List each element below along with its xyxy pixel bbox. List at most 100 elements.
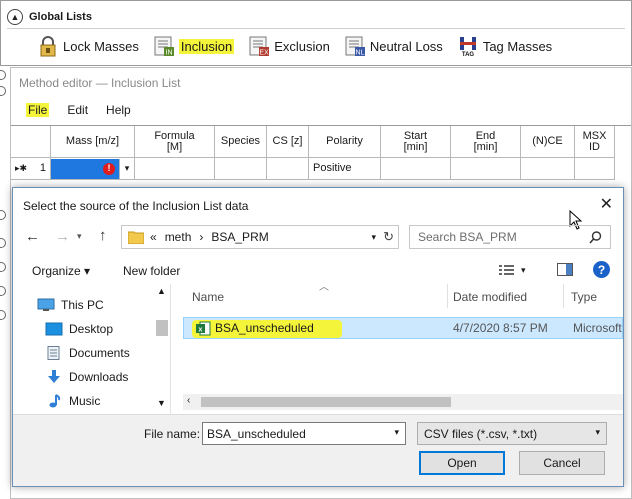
breadcrumb-bsa-prm[interactable]: BSA_PRM [211,230,268,244]
nce-cell[interactable] [521,158,575,180]
start-cell[interactable] [381,158,451,180]
formula-cell[interactable] [135,158,215,180]
column-header-charge[interactable]: CS [z] [267,126,309,158]
tag-masses-button[interactable]: TAG Tag Masses [457,35,552,57]
chevron-down-icon[interactable]: ▾ [371,232,376,243]
new-folder-button[interactable]: New folder [123,264,180,278]
preview-pane-icon[interactable] [557,263,573,276]
breadcrumb-meth[interactable]: meth [165,230,192,244]
column-header-end[interactable]: End [min] [451,126,521,158]
up-icon[interactable]: ↑ [99,227,107,244]
scrollbar-thumb[interactable] [201,397,451,407]
nav-item-desktop[interactable]: Desktop [45,322,113,336]
column-header-date[interactable]: Date modified [453,290,527,304]
end-cell[interactable] [451,158,521,180]
breadcrumb-separator: › [199,230,204,244]
file-name-value: BSA_unscheduled [207,426,306,441]
forward-icon[interactable]: → [55,228,70,245]
file-list-scrollbar[interactable]: ‹ [183,394,623,410]
menu-help[interactable]: Help [97,100,140,122]
column-header-type[interactable]: Type [571,290,597,304]
open-button[interactable]: Open [419,451,505,475]
menu-bar: File Edit Help [11,100,631,122]
svg-text:x: x [199,327,203,334]
tag-masses-icon: TAG [459,37,476,57]
nav-item-this-pc[interactable]: This PC [37,298,104,312]
charge-cell[interactable] [267,158,309,180]
msx-id-cell[interactable] [575,158,615,180]
file-row[interactable]: x BSA_unscheduled 4/7/2020 8:57 PM Micro… [183,317,623,339]
menu-file[interactable]: File [17,100,58,122]
breadcrumb-overflow[interactable]: « [150,230,157,244]
column-header-mass[interactable]: Mass [m/z] [51,126,135,158]
chevron-up-icon[interactable]: ▲ [157,286,166,296]
search-input[interactable]: Search BSA_PRM [409,225,611,249]
global-lists-toolbar: Lock Masses IN Inclusion EX Exclusion NL… [37,33,552,59]
row-indicator-icon: ▸✱ [15,163,28,173]
column-header-nce[interactable]: (N)CE [521,126,575,158]
polarity-cell[interactable]: Positive [309,158,381,180]
nav-item-documents[interactable]: Documents [45,346,130,360]
nav-label: This PC [61,298,104,312]
nav-label: Desktop [69,322,114,336]
view-details-icon [499,265,514,275]
column-header-polarity[interactable]: Polarity [309,126,381,158]
table-row-header[interactable]: ▸✱ 1 [11,158,51,180]
chevron-down-icon[interactable]: ▾ [595,427,600,438]
column-header-start[interactable]: Start [min] [381,126,451,158]
file-name-input[interactable]: BSA_unscheduled ▾ [202,422,406,445]
neutral-loss-label: Neutral Loss [369,38,443,54]
file-open-dialog: Select the source of the Inclusion List … [12,187,624,487]
neutral-loss-button[interactable]: NL Neutral Loss [344,35,443,57]
nav-item-music[interactable]: Music [45,394,100,408]
address-bar[interactable]: « meth › BSA_PRM ▾ ↻ [121,225,399,249]
computer-icon [37,298,55,311]
chevron-left-icon[interactable]: ‹ [187,395,190,406]
command-bar: Organize ▾ New folder ▾ ? [13,258,623,282]
divider [447,284,448,308]
organize-button[interactable]: Organize ▾ [32,264,90,278]
chevron-down-icon[interactable]: ▼ [157,398,166,408]
file-name: BSA_unscheduled [215,321,314,335]
folder-icon [128,231,144,244]
collapse-icon [0,286,6,296]
svg-text:IN: IN [165,50,172,57]
search-icon [589,231,602,244]
grid-corner [11,126,51,158]
menu-edit[interactable]: Edit [58,100,97,122]
global-lists-panel: ▲ Global Lists Lock Masses IN Inclusion [0,0,632,66]
column-header-species[interactable]: Species [215,126,267,158]
downloads-icon [48,370,60,383]
documents-icon [47,346,60,360]
chevron-down-icon[interactable]: ▾ [77,231,82,242]
file-type: Microsoft [573,321,622,335]
cancel-button[interactable]: Cancel [519,451,605,475]
file-date: 4/7/2020 8:57 PM [453,321,548,335]
svg-text:EX: EX [260,50,270,57]
close-icon[interactable]: ✕ [600,194,613,214]
exclusion-label: Exclusion [274,38,330,54]
view-options-button[interactable]: ▾ [499,264,526,276]
chevron-down-icon[interactable]: ▾ [394,427,399,438]
species-cell[interactable] [215,158,267,180]
divider [7,28,625,29]
error-icon: ! [103,162,115,175]
lock-masses-button[interactable]: Lock Masses [37,35,139,57]
menu-file-label: File [26,103,50,117]
nav-scrollbar[interactable]: ▲ ▼ [154,284,170,410]
help-icon[interactable]: ? [593,261,610,278]
exclusion-button[interactable]: EX Exclusion [248,35,330,57]
chevron-down-icon[interactable]: ▾ [119,158,134,179]
column-header-formula[interactable]: Formula [M] [135,126,215,158]
mass-cell[interactable]: ! ▾ [51,158,135,180]
back-icon[interactable]: ← [25,228,40,245]
mass-input[interactable]: ! [51,158,119,179]
column-header-name[interactable]: Name [192,290,224,304]
nav-item-downloads[interactable]: Downloads [45,370,128,384]
refresh-icon[interactable]: ↻ [383,229,394,245]
collapse-icon[interactable]: ▲ [7,9,23,25]
scrollbar-thumb[interactable] [156,320,168,336]
file-type-select[interactable]: CSV files (*.csv, *.txt) ▾ [417,422,607,445]
column-header-msx-id[interactable]: MSX ID [575,126,615,158]
inclusion-button[interactable]: IN Inclusion [153,35,235,57]
